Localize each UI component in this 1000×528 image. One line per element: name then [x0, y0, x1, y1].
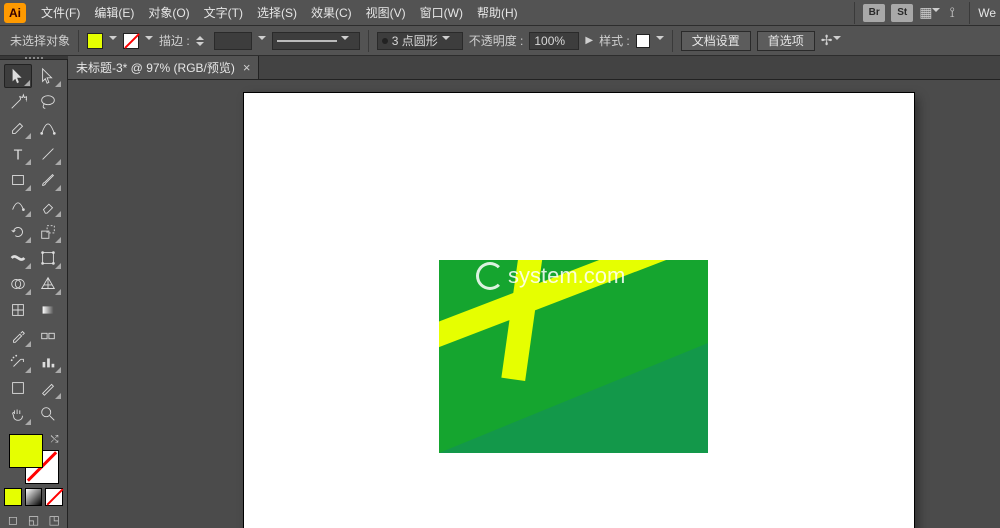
free-transform-tool[interactable] — [34, 246, 62, 270]
paintbrush-tool[interactable] — [34, 168, 62, 192]
menu-effect[interactable]: 效果(C) — [304, 0, 359, 26]
selection-status: 未选择对象 — [10, 32, 70, 49]
shaper-tool[interactable] — [4, 194, 32, 218]
curvature-tool[interactable] — [34, 116, 62, 140]
fill-box[interactable] — [9, 434, 43, 468]
pin-icon[interactable]: ✢ — [821, 32, 839, 50]
column-graph-tool[interactable] — [34, 350, 62, 374]
menu-object[interactable]: 对象(O) — [141, 0, 196, 26]
zoom-tool[interactable] — [34, 402, 62, 426]
tab-bar: 未标题-3* @ 97% (RGB/预览) × — [68, 56, 1000, 80]
prefs-button[interactable]: 首选项 — [757, 31, 815, 51]
bridge-button[interactable]: Br — [863, 4, 885, 22]
tab-title: 未标题-3* @ 97% (RGB/预览) — [76, 59, 235, 76]
brush-value: 3 点圆形 — [392, 32, 438, 49]
divider — [368, 30, 369, 52]
stock-button[interactable]: St — [891, 4, 913, 22]
gradient-mode[interactable] — [25, 488, 43, 506]
menu-select[interactable]: 选择(S) — [250, 0, 304, 26]
watermark-text: system.com — [508, 263, 625, 289]
stroke-weight-input[interactable] — [214, 32, 252, 50]
divider — [78, 30, 79, 52]
style-label: 样式 : — [599, 32, 630, 49]
opacity-input[interactable]: 100% — [529, 32, 579, 50]
stroke-swatch[interactable] — [123, 33, 139, 49]
chevron-down-icon[interactable] — [109, 36, 117, 44]
blend-tool[interactable] — [34, 324, 62, 348]
viewport[interactable]: system.com — [68, 80, 1000, 528]
none-mode[interactable] — [45, 488, 63, 506]
rotate-tool[interactable] — [4, 220, 32, 244]
chevron-down-icon[interactable] — [258, 36, 266, 44]
stroke-stepper[interactable] — [196, 32, 208, 50]
menu-help[interactable]: 帮助(H) — [470, 0, 525, 26]
artboard: system.com — [244, 93, 914, 528]
menu-window[interactable]: 窗口(W) — [413, 0, 470, 26]
chevron-down-icon[interactable] — [656, 36, 664, 44]
stroke-label: 描边 : — [159, 32, 190, 49]
divider — [854, 2, 855, 24]
chevron-down-icon — [442, 36, 450, 44]
style-swatch[interactable] — [636, 34, 650, 48]
gpu-icon[interactable]: ⟟ — [943, 4, 961, 22]
workspace-label[interactable]: We — [978, 6, 996, 20]
perspective-tool[interactable] — [34, 272, 62, 296]
option-bar: 未选择对象 描边 : 3 点圆形 不透明度 : 100% ▶ 样式 : 文档设置… — [0, 26, 1000, 56]
width-tool[interactable] — [4, 246, 32, 270]
tool-panel: T — [0, 60, 68, 528]
menu-file[interactable]: 文件(F) — [34, 0, 87, 26]
draw-inside-icon[interactable]: ◳ — [45, 512, 63, 528]
document-tab[interactable]: 未标题-3* @ 97% (RGB/预览) × — [68, 56, 259, 79]
eraser-tool[interactable] — [34, 194, 62, 218]
rectangle-tool[interactable] — [4, 168, 32, 192]
watermark-logo-icon — [476, 262, 504, 290]
symbol-sprayer-tool[interactable] — [4, 350, 32, 374]
artboard-tool[interactable] — [4, 376, 32, 400]
app-icon: Ai — [4, 3, 26, 23]
svg-text:T: T — [14, 147, 23, 163]
draw-normal-icon[interactable]: ◻ — [4, 512, 22, 528]
scale-tool[interactable] — [34, 220, 62, 244]
color-mode[interactable] — [4, 488, 22, 506]
lasso-tool[interactable] — [34, 90, 62, 114]
eyedropper-tool[interactable] — [4, 324, 32, 348]
fill-swatch[interactable] — [87, 33, 103, 49]
pen-tool[interactable] — [4, 116, 32, 140]
draw-behind-icon[interactable]: ◱ — [25, 512, 43, 528]
menu-edit[interactable]: 编辑(E) — [87, 0, 141, 26]
divider — [969, 2, 970, 24]
slice-tool[interactable] — [34, 376, 62, 400]
selection-tool[interactable] — [4, 64, 32, 88]
direct-selection-tool[interactable] — [34, 64, 62, 88]
type-tool[interactable]: T — [4, 142, 32, 166]
close-icon[interactable]: × — [243, 60, 251, 75]
artwork: system.com — [439, 260, 708, 453]
fill-stroke-control[interactable]: ⤭ — [9, 434, 59, 484]
opacity-label: 不透明度 : — [469, 32, 524, 49]
chevron-down-icon[interactable] — [145, 36, 153, 44]
hand-tool[interactable] — [4, 402, 32, 426]
doc-setup-button[interactable]: 文档设置 — [681, 31, 751, 51]
gradient-tool[interactable] — [34, 298, 62, 322]
watermark: system.com — [476, 262, 625, 290]
swap-icon[interactable]: ⤭ — [51, 434, 59, 445]
menu-type[interactable]: 文字(T) — [197, 0, 250, 26]
shape-builder-tool[interactable] — [4, 272, 32, 296]
var-width-profile[interactable] — [272, 32, 360, 50]
chevron-right-icon[interactable]: ▶ — [585, 35, 593, 46]
brush-select[interactable]: 3 点圆形 — [377, 32, 463, 50]
magic-wand-tool[interactable] — [4, 90, 32, 114]
line-tool[interactable] — [34, 142, 62, 166]
menu-bar: Ai 文件(F) 编辑(E) 对象(O) 文字(T) 选择(S) 效果(C) 视… — [0, 0, 1000, 26]
divider — [672, 30, 673, 52]
mesh-tool[interactable] — [4, 298, 32, 322]
arrange-docs-icon[interactable]: ▦ — [919, 4, 937, 22]
menu-view[interactable]: 视图(V) — [359, 0, 413, 26]
dot-icon — [382, 38, 388, 44]
